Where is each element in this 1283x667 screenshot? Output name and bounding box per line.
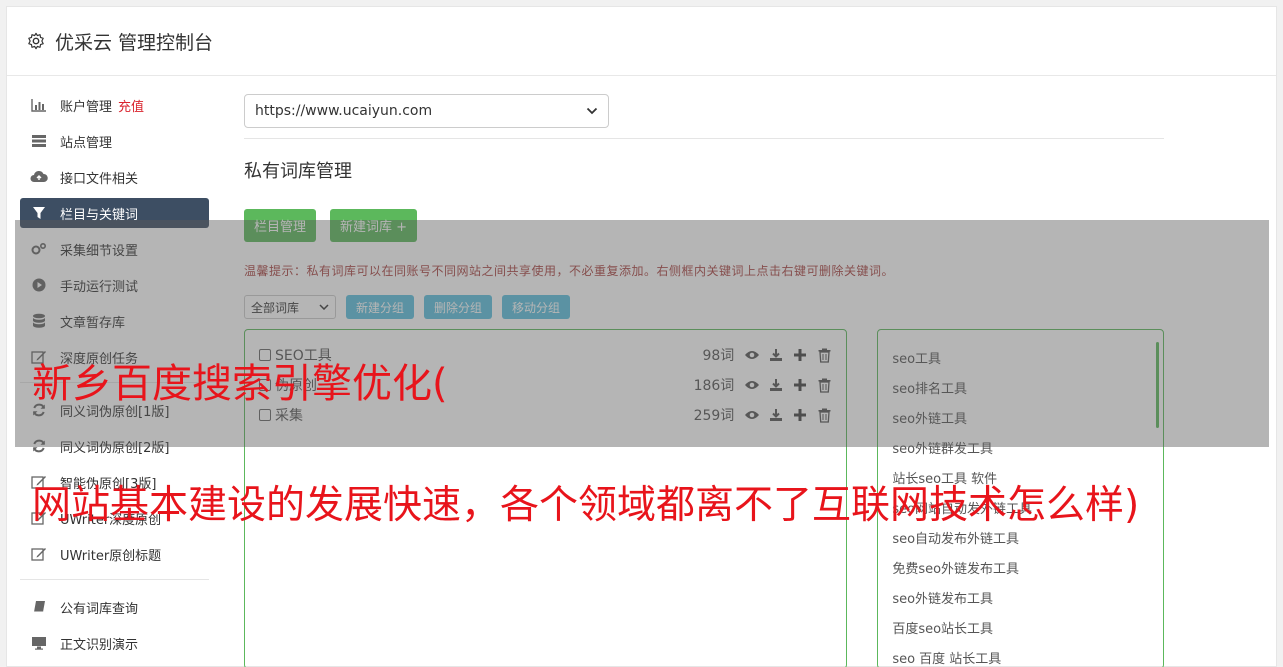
- sidebar-item-label: 接口文件相关: [60, 171, 139, 187]
- site-select-value: https://www.ucaiyun.com: [255, 103, 433, 119]
- keyword-item[interactable]: 百度seo站长工具: [892, 612, 1149, 642]
- sidebar-item-label: 账户管理: [60, 99, 113, 115]
- book-icon: [30, 599, 48, 615]
- overlay-caption-line1: 新乡百度搜索引擎优化(: [32, 361, 448, 407]
- sidebar-item-public-lib[interactable]: 公有词库查询: [20, 592, 209, 622]
- header: 优采云 管理控制台: [7, 7, 1276, 76]
- cloud-upload-icon: [30, 169, 48, 185]
- sidebar-item-account[interactable]: 账户管理 充值: [20, 90, 209, 120]
- overlay-caption-line2: 网站基本建设的发展快速，各个领域都离不了互联网技术怎么样): [32, 483, 1140, 528]
- bar-chart-icon: [30, 97, 48, 113]
- sidebar-item-sites[interactable]: 站点管理: [20, 126, 209, 156]
- section-title: 私有词库管理: [244, 161, 352, 182]
- server-icon: [30, 133, 48, 149]
- site-select[interactable]: https://www.ucaiyun.com: [244, 94, 609, 128]
- sidebar-item-label: 正文识别演示: [60, 637, 139, 653]
- sidebar-item-text-recognition[interactable]: 正文识别演示: [20, 628, 209, 658]
- sidebar-item-label: UWriter原创标题: [60, 548, 162, 564]
- keyword-item[interactable]: seo 百度 站长工具: [892, 642, 1149, 667]
- divider: [244, 138, 1164, 139]
- keyword-item[interactable]: seo外链发布工具: [892, 582, 1149, 612]
- sidebar-item-label: 站点管理: [60, 135, 113, 151]
- sidebar-divider: [20, 579, 209, 580]
- monitor-icon: [30, 635, 48, 651]
- sidebar-item-interface[interactable]: 接口文件相关: [20, 162, 209, 192]
- sidebar-item-uwriter-title[interactable]: UWriter原创标题: [20, 539, 209, 569]
- edit-icon: [30, 546, 48, 562]
- recharge-link[interactable]: 充值: [118, 96, 144, 115]
- page-title: 优采云 管理控制台: [55, 31, 214, 54]
- sidebar-item-label: 公有词库查询: [60, 601, 139, 617]
- filter-icon: [30, 205, 48, 221]
- keyword-item[interactable]: 免费seo外链发布工具: [892, 552, 1149, 582]
- gear-icon: [28, 32, 44, 50]
- overlay-band: [15, 220, 1269, 447]
- chevron-down-icon: [586, 107, 598, 115]
